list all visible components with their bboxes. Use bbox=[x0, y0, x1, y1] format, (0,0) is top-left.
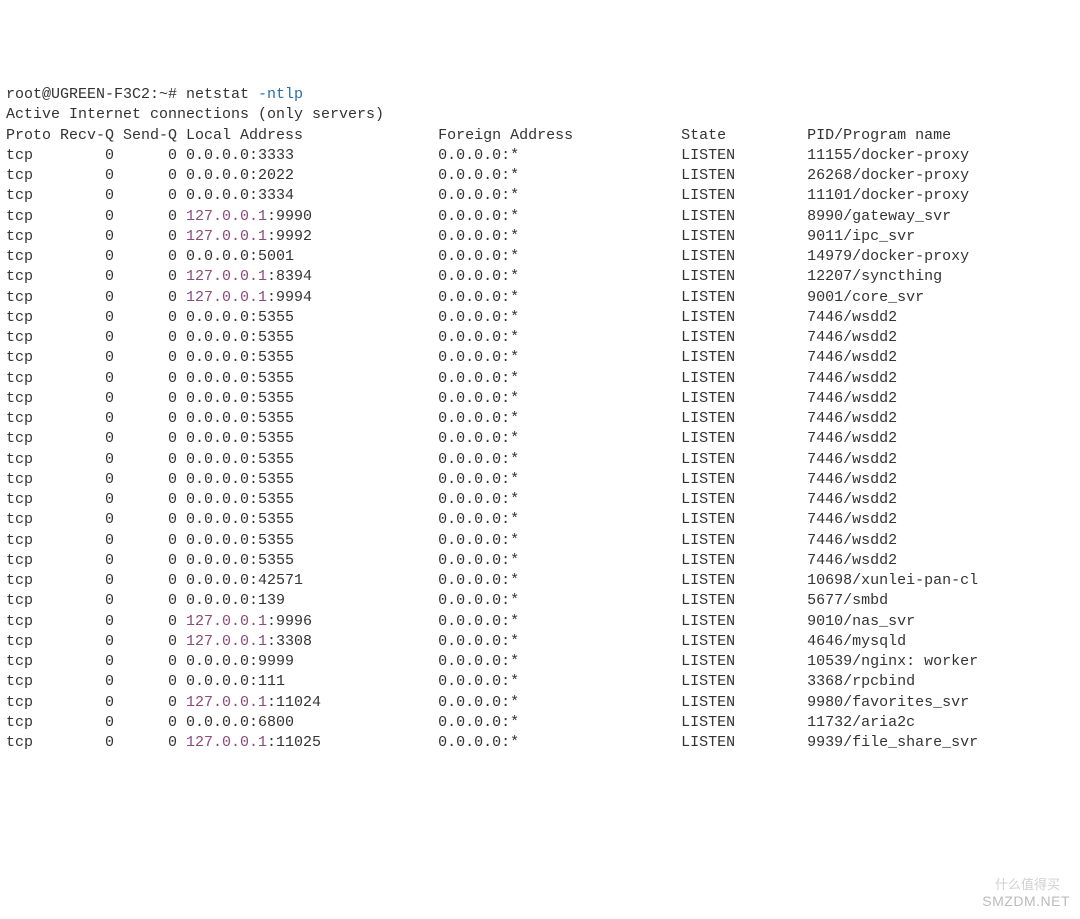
table-row: tcp 0 0 0.0.0.0:42571 0.0.0.0:* LISTEN 1… bbox=[6, 572, 978, 589]
table-row: tcp 0 0 0.0.0.0:5355 0.0.0.0:* LISTEN 74… bbox=[6, 471, 897, 488]
table-row: tcp 0 0 0.0.0.0:5355 0.0.0.0:* LISTEN 74… bbox=[6, 451, 897, 468]
table-row: tcp 0 0 0.0.0.0:5355 0.0.0.0:* LISTEN 74… bbox=[6, 329, 897, 346]
table-row: tcp 0 0 0.0.0.0:5355 0.0.0.0:* LISTEN 74… bbox=[6, 390, 897, 407]
terminal-output[interactable]: root@UGREEN-F3C2:~# netstat -ntlp Active… bbox=[6, 85, 1074, 753]
table-row: tcp 0 0 0.0.0.0:139 0.0.0.0:* LISTEN 567… bbox=[6, 592, 888, 609]
table-row: tcp 0 0 0.0.0.0:5355 0.0.0.0:* LISTEN 74… bbox=[6, 532, 897, 549]
table-row: tcp 0 0 0.0.0.0:2022 0.0.0.0:* LISTEN 26… bbox=[6, 167, 969, 184]
command-netstat: netstat bbox=[186, 86, 258, 103]
local-address: 127.0.0.1 bbox=[186, 734, 267, 751]
local-address: 127.0.0.1 bbox=[186, 208, 267, 225]
table-row: tcp 0 0 127.0.0.1:9994 0.0.0.0:* LISTEN … bbox=[6, 289, 924, 306]
table-row: tcp 0 0 127.0.0.1:9990 0.0.0.0:* LISTEN … bbox=[6, 208, 951, 225]
table-row: tcp 0 0 0.0.0.0:111 0.0.0.0:* LISTEN 336… bbox=[6, 673, 915, 690]
table-row: tcp 0 0 127.0.0.1:11025 0.0.0.0:* LISTEN… bbox=[6, 734, 978, 751]
table-row: tcp 0 0 127.0.0.1:9996 0.0.0.0:* LISTEN … bbox=[6, 613, 915, 630]
local-address: 127.0.0.1 bbox=[186, 268, 267, 285]
column-headers: Proto Recv-Q Send-Q Local Address Foreig… bbox=[6, 127, 951, 144]
table-row: tcp 0 0 127.0.0.1:3308 0.0.0.0:* LISTEN … bbox=[6, 633, 906, 650]
local-address: 127.0.0.1 bbox=[186, 633, 267, 650]
output-header: Active Internet connections (only server… bbox=[6, 106, 384, 123]
local-address: 127.0.0.1 bbox=[186, 289, 267, 306]
local-address: 127.0.0.1 bbox=[186, 228, 267, 245]
command-option-ntlp: -ntlp bbox=[258, 86, 303, 103]
table-row: tcp 0 0 0.0.0.0:5355 0.0.0.0:* LISTEN 74… bbox=[6, 370, 897, 387]
table-row: tcp 0 0 0.0.0.0:3334 0.0.0.0:* LISTEN 11… bbox=[6, 187, 969, 204]
table-row: tcp 0 0 0.0.0.0:3333 0.0.0.0:* LISTEN 11… bbox=[6, 147, 969, 164]
table-row: tcp 0 0 0.0.0.0:5355 0.0.0.0:* LISTEN 74… bbox=[6, 511, 897, 528]
local-address: 127.0.0.1 bbox=[186, 694, 267, 711]
watermark-text-cn: 什么值得买 bbox=[995, 876, 1060, 894]
local-address: 127.0.0.1 bbox=[186, 613, 267, 630]
table-row: tcp 0 0 0.0.0.0:6800 0.0.0.0:* LISTEN 11… bbox=[6, 714, 915, 731]
table-row: tcp 0 0 0.0.0.0:5355 0.0.0.0:* LISTEN 74… bbox=[6, 552, 897, 569]
table-row: tcp 0 0 0.0.0.0:9999 0.0.0.0:* LISTEN 10… bbox=[6, 653, 978, 670]
table-row: tcp 0 0 0.0.0.0:5355 0.0.0.0:* LISTEN 74… bbox=[6, 430, 897, 447]
table-row: tcp 0 0 0.0.0.0:5355 0.0.0.0:* LISTEN 74… bbox=[6, 309, 897, 326]
watermark-text-en: SMZDM.NET bbox=[982, 892, 1070, 911]
table-row: tcp 0 0 127.0.0.1:11024 0.0.0.0:* LISTEN… bbox=[6, 694, 969, 711]
shell-prompt: root@UGREEN-F3C2:~# bbox=[6, 86, 186, 103]
table-row: tcp 0 0 0.0.0.0:5355 0.0.0.0:* LISTEN 74… bbox=[6, 410, 897, 427]
table-row: tcp 0 0 0.0.0.0:5355 0.0.0.0:* LISTEN 74… bbox=[6, 491, 897, 508]
table-row: tcp 0 0 127.0.0.1:9992 0.0.0.0:* LISTEN … bbox=[6, 228, 915, 245]
table-row: tcp 0 0 127.0.0.1:8394 0.0.0.0:* LISTEN … bbox=[6, 268, 942, 285]
table-row: tcp 0 0 0.0.0.0:5355 0.0.0.0:* LISTEN 74… bbox=[6, 349, 897, 366]
table-row: tcp 0 0 0.0.0.0:5001 0.0.0.0:* LISTEN 14… bbox=[6, 248, 969, 265]
